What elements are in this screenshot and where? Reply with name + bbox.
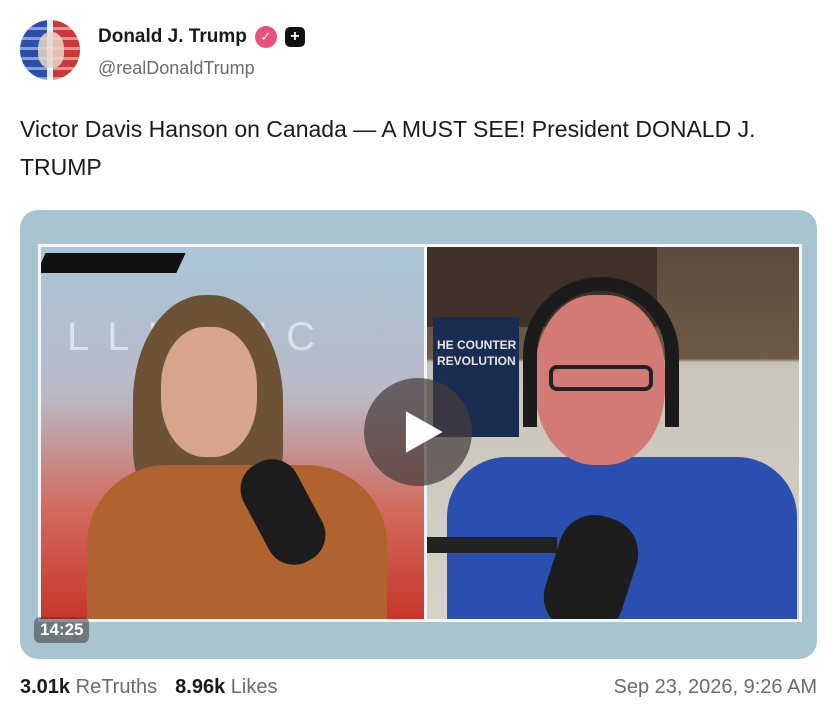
headphones-icon <box>523 277 679 427</box>
post-timestamp[interactable]: Sep 23, 2026, 9:26 AM <box>614 676 818 699</box>
author-name-row: Donald J. Trump ✓ + <box>98 26 305 48</box>
host-face <box>161 327 257 457</box>
backdrop-logo-bar <box>41 253 186 273</box>
post-footer: 3.01k ReTruths 8.96k Likes Sep 23, 2026,… <box>20 676 817 702</box>
avatar-face <box>38 32 64 68</box>
author-handle[interactable]: @realDonaldTrump <box>98 58 255 79</box>
verified-badge-icon: ✓ <box>254 26 277 48</box>
retruths-label: ReTruths <box>75 676 158 698</box>
mic-arm <box>427 537 557 553</box>
likes-stat[interactable]: 8.96k Likes <box>175 676 277 699</box>
book-title: HE COUNTER REVOLUTION <box>437 338 517 368</box>
post-text: Victor Davis Hanson on Canada — A MUST S… <box>20 116 756 180</box>
avatar[interactable] <box>20 20 80 80</box>
play-icon <box>405 411 443 453</box>
video-player[interactable]: LLI MIC HE COUNTER REVOLUTION 14:25 <box>20 210 817 659</box>
retruths-count: 3.01k <box>20 676 71 698</box>
video-duration: 14:25 <box>34 617 90 643</box>
likes-label: Likes <box>230 676 278 698</box>
author-name[interactable]: Donald J. Trump <box>98 26 247 48</box>
post-header: Donald J. Trump ✓ + @realDonaldTrump <box>20 18 820 86</box>
likes-count: 8.96k <box>175 676 226 698</box>
retruths-stat[interactable]: 3.01k ReTruths <box>20 676 157 699</box>
video-right-pane: HE COUNTER REVOLUTION <box>424 244 802 622</box>
play-button[interactable] <box>364 378 472 486</box>
host-jacket <box>87 465 387 619</box>
engagement-stats: 3.01k ReTruths 8.96k Likes <box>20 676 277 699</box>
plus-badge-icon: + <box>284 27 305 47</box>
